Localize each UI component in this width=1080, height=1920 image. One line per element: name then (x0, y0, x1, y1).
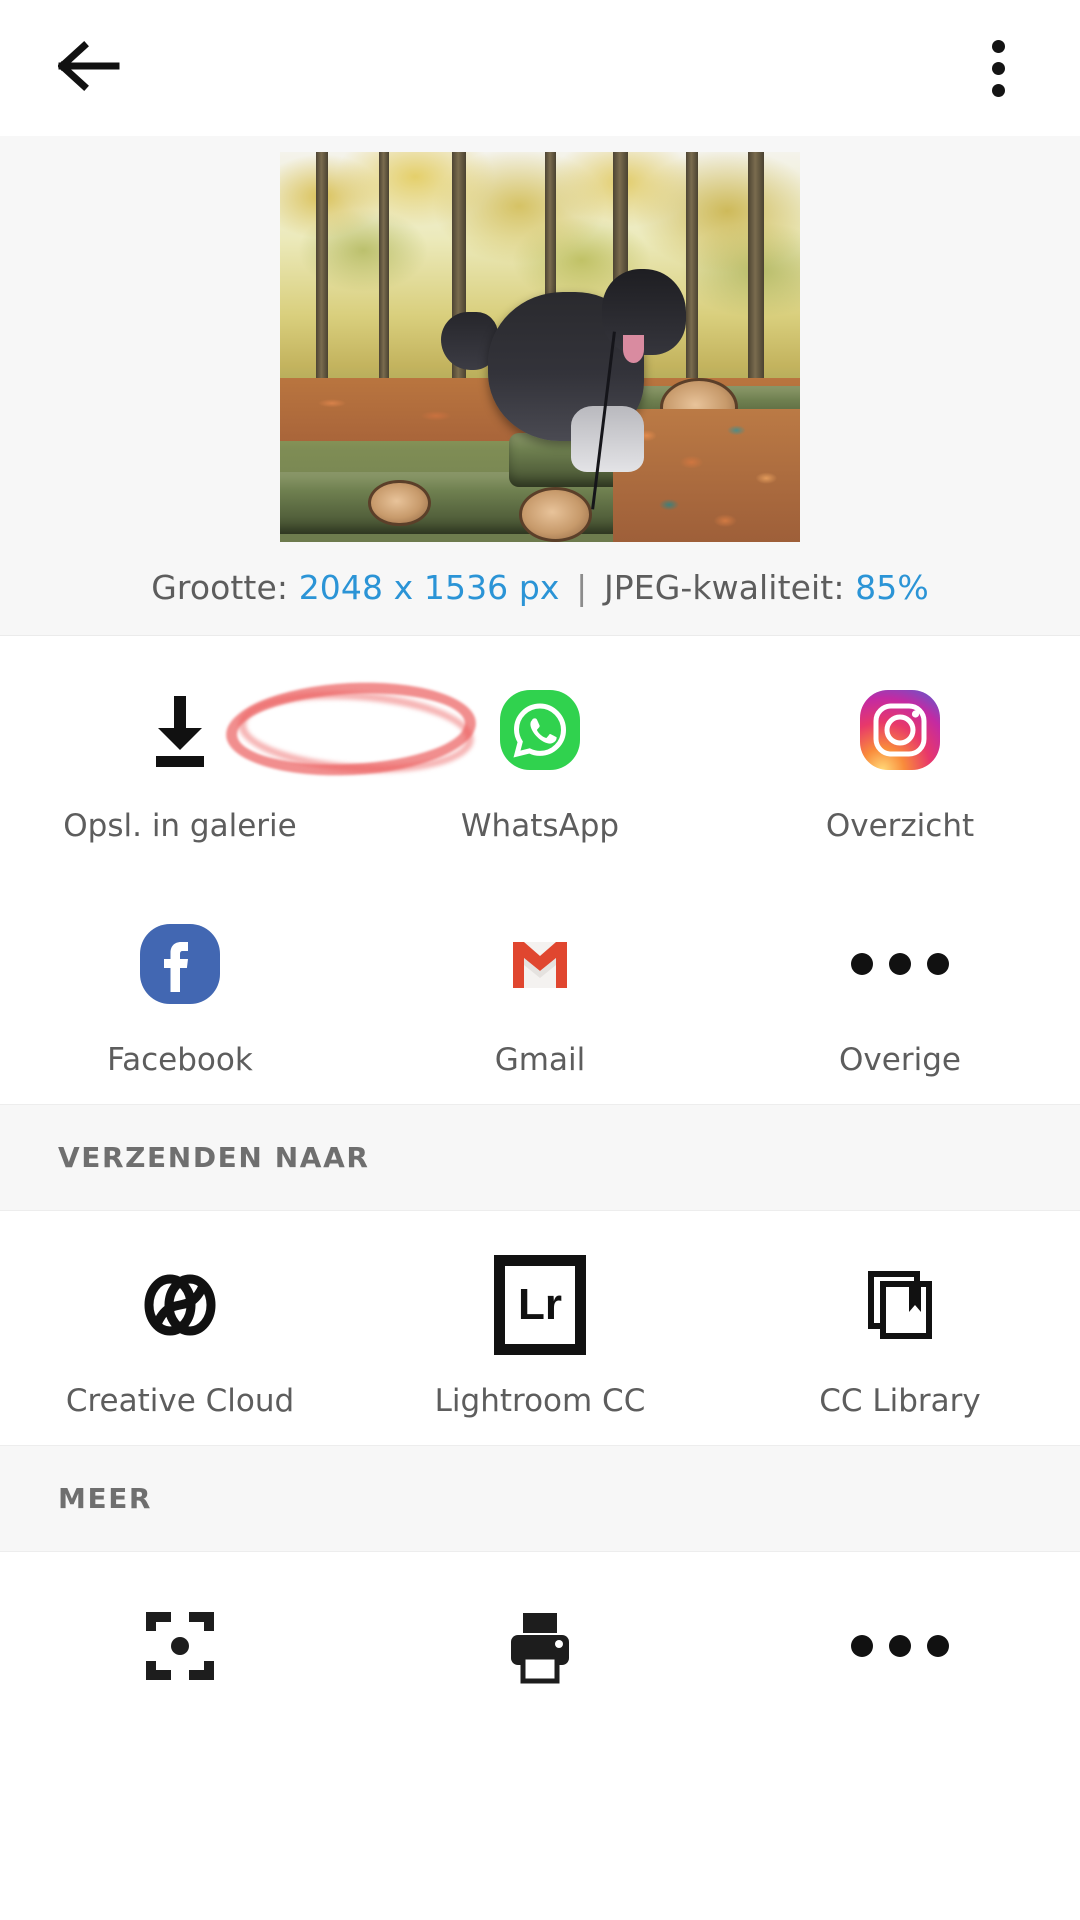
send-to-item-label: Creative Cloud (65, 1383, 295, 1419)
lightroom-glyph: Lr (494, 1255, 586, 1355)
info-separator: | (576, 568, 588, 607)
back-arrow-icon (57, 40, 120, 96)
whatsapp-icon (488, 678, 592, 782)
log-end (519, 487, 592, 542)
share-item-label: Overzicht (825, 808, 975, 844)
cc-library-icon (848, 1253, 952, 1357)
more-vertical-icon-dot2 (991, 61, 1005, 75)
gmail-icon (488, 912, 592, 1016)
overflow-menu-button[interactable] (960, 22, 1036, 114)
share-item-facebook[interactable]: Facebook (0, 870, 360, 1104)
dot (889, 953, 911, 975)
printer-icon (488, 1594, 592, 1698)
send-to-grid: Creative Cloud Lr Lightroom CC CC Librar… (0, 1211, 1080, 1445)
image-thumbnail[interactable] (280, 152, 800, 542)
tree-trunk (378, 152, 389, 410)
send-to-item-lightroom[interactable]: Lr Lightroom CC (360, 1211, 720, 1445)
share-item-save-to-gallery[interactable]: Opsl. in galerie (0, 636, 360, 870)
share-item-overzicht[interactable]: Overzicht (720, 636, 1080, 870)
share-item-label: Opsl. in galerie (63, 808, 297, 844)
log-end (368, 479, 431, 527)
dog-legs (571, 405, 644, 472)
adobe-creative-cloud-icon (128, 1253, 232, 1357)
more-item-slideshow[interactable] (0, 1552, 360, 1750)
share-item-overige[interactable]: Overige (720, 870, 1080, 1104)
size-label: Grootte: (151, 568, 289, 607)
share-item-whatsapp[interactable]: WhatsApp (360, 636, 720, 870)
image-preview-section: Grootte: 2048 x 1536 px | JPEG-kwaliteit… (0, 136, 1080, 782)
share-item-gmail[interactable]: Gmail (360, 870, 720, 1104)
more-vertical-icon (991, 39, 1005, 53)
more-horizontal-icon (848, 912, 952, 1016)
share-target-grid: Opsl. in galerie WhatsApp Overzicht Face… (0, 636, 1080, 1104)
back-button[interactable] (44, 23, 134, 113)
dot (851, 1635, 873, 1657)
size-value[interactable]: 2048 x 1536 px (299, 568, 560, 607)
more-grid (0, 1552, 1080, 1750)
more-item-overflow[interactable] (720, 1552, 1080, 1750)
dot (851, 953, 873, 975)
section-header-send-to: VERZENDEN NAAR (0, 1104, 1080, 1211)
dot (889, 1635, 911, 1657)
dog-head (602, 269, 686, 355)
facebook-icon (128, 912, 232, 1016)
app-bar (0, 0, 1080, 146)
slideshow-icon (128, 1594, 232, 1698)
thumbnail-wrapper (0, 152, 1080, 542)
send-to-item-cc-library[interactable]: CC Library (720, 1211, 1080, 1445)
image-info-line: Grootte: 2048 x 1536 px | JPEG-kwaliteit… (0, 568, 1080, 607)
share-item-label: Facebook (107, 1042, 253, 1078)
more-vertical-icon-dot3 (991, 83, 1005, 97)
download-icon (128, 678, 232, 782)
share-item-label: Overige (839, 1042, 961, 1078)
instagram-icon (848, 678, 952, 782)
section-header-more: MEER (0, 1445, 1080, 1552)
dog-tongue (623, 335, 644, 363)
adobe-lightroom-icon: Lr (488, 1253, 592, 1357)
quality-value[interactable]: 85% (855, 568, 929, 607)
share-item-label: Gmail (494, 1042, 586, 1078)
more-item-print[interactable] (360, 1552, 720, 1750)
more-horizontal-icon (848, 1594, 952, 1698)
dot (927, 953, 949, 975)
quality-label: JPEG-kwaliteit: (603, 568, 845, 607)
share-item-label: WhatsApp (460, 808, 620, 844)
send-to-item-label: CC Library (819, 1383, 981, 1419)
send-to-item-creative-cloud[interactable]: Creative Cloud (0, 1211, 360, 1445)
dot (927, 1635, 949, 1657)
send-to-item-label: Lightroom CC (434, 1383, 646, 1419)
